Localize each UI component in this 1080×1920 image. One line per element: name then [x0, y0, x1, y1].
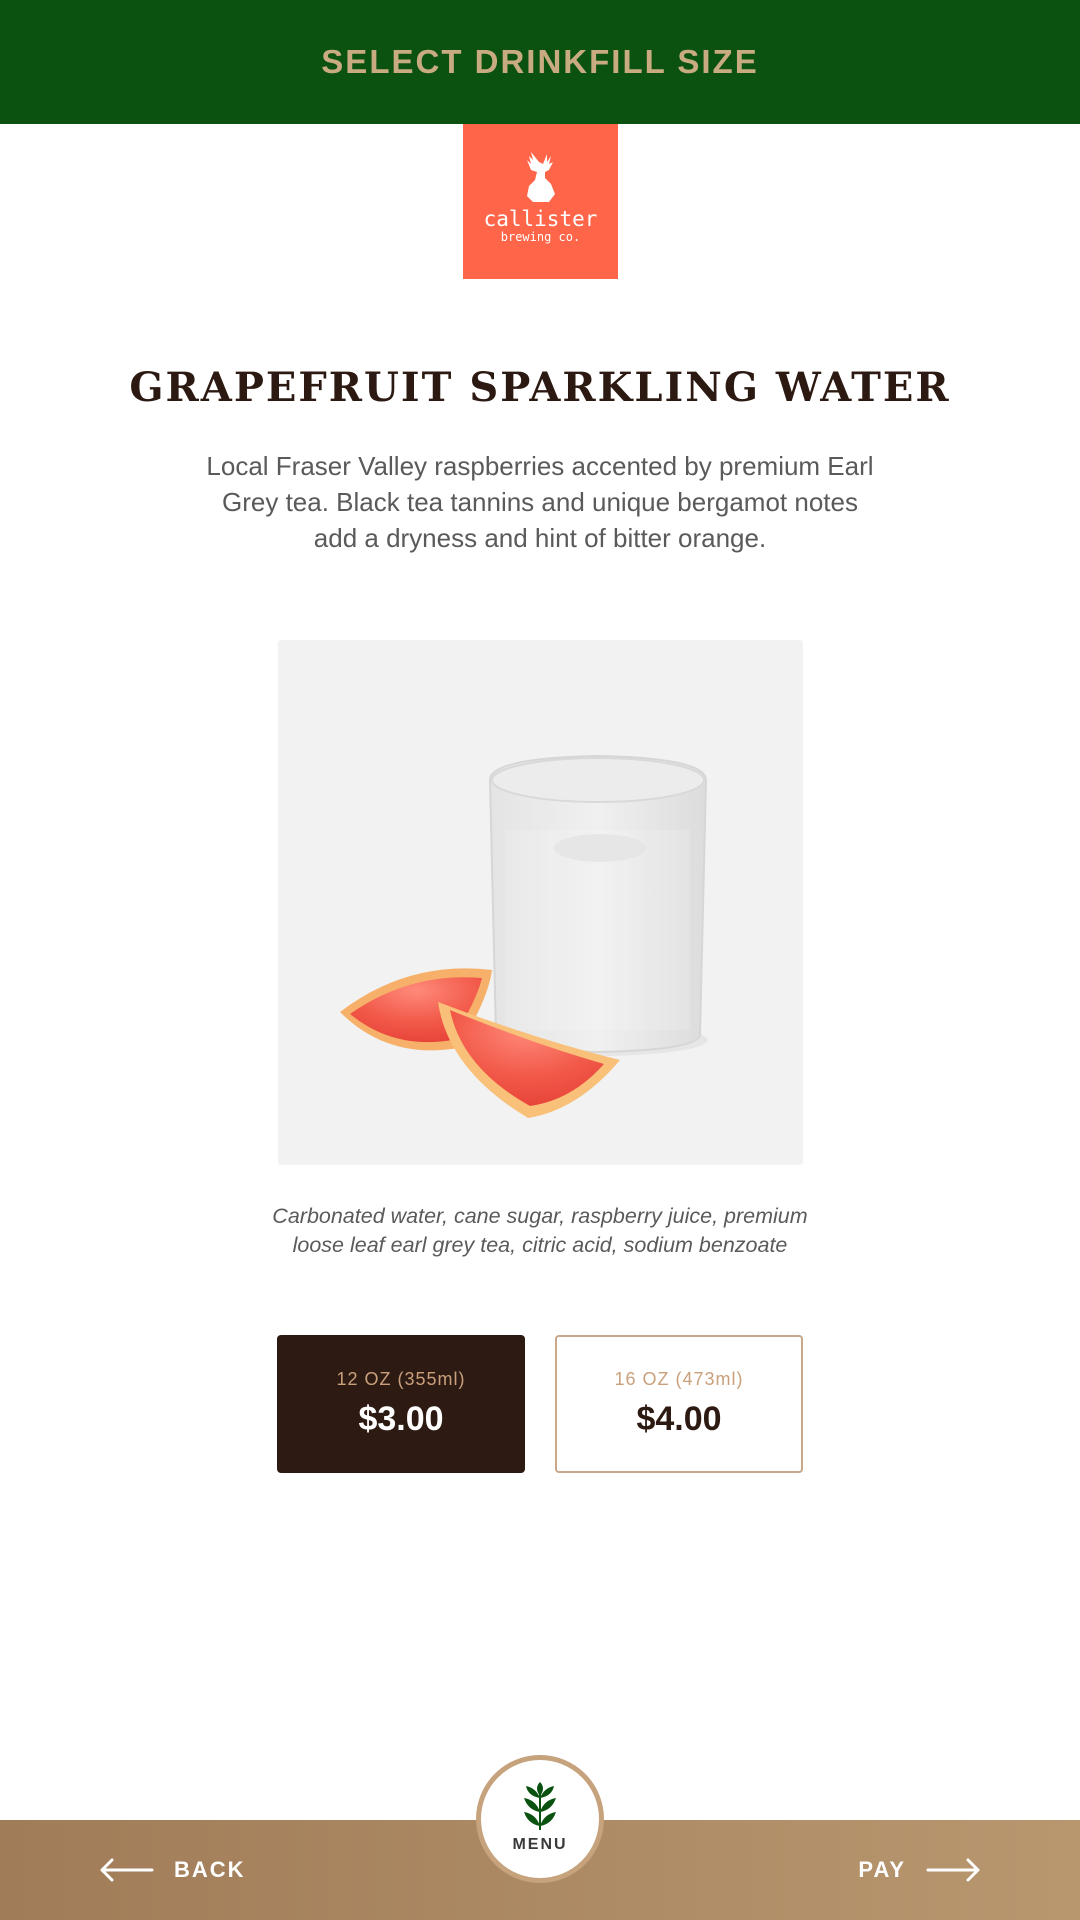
pay-arrow-icon	[926, 1858, 980, 1882]
wheat-leaf-icon	[524, 1782, 556, 1830]
deer-logo-icon	[526, 152, 555, 202]
top-header: SELECT DRINKFILL SIZE	[0, 0, 1080, 124]
back-button[interactable]: BACK	[98, 1853, 246, 1887]
size-price: $3.00	[358, 1400, 444, 1438]
product-description: Local Fraser Valley raspberries accented…	[206, 451, 874, 553]
logo-subtitle: brewing co.	[500, 230, 581, 244]
product-title: GRAPEFRUIT SPARKLING WATER	[129, 364, 951, 411]
size-price: $4.00	[636, 1400, 722, 1438]
size-label: 16 OZ (473ml)	[614, 1369, 744, 1389]
pay-button[interactable]: PAY	[858, 1853, 982, 1887]
size-option-16oz[interactable]: 16 OZ (473ml) $4.00	[555, 1335, 803, 1473]
logo-name: callister	[483, 207, 598, 231]
ingredients-text: Carbonated water, cane sugar, raspberry …	[272, 1204, 808, 1257]
brand-logo: callister brewing co.	[463, 124, 618, 279]
menu-button[interactable]: MENU	[476, 1755, 604, 1883]
page-title: SELECT DRINKFILL SIZE	[321, 43, 759, 80]
back-arrow-icon	[100, 1858, 154, 1882]
back-label: BACK	[174, 1857, 246, 1882]
drink-image	[340, 754, 708, 1118]
size-option-12oz[interactable]: 12 OZ (355ml) $3.00	[277, 1335, 525, 1473]
size-label: 12 OZ (355ml)	[336, 1369, 466, 1389]
product-photo	[278, 640, 803, 1165]
menu-label: MENU	[512, 1836, 568, 1853]
pay-label: PAY	[858, 1857, 906, 1882]
